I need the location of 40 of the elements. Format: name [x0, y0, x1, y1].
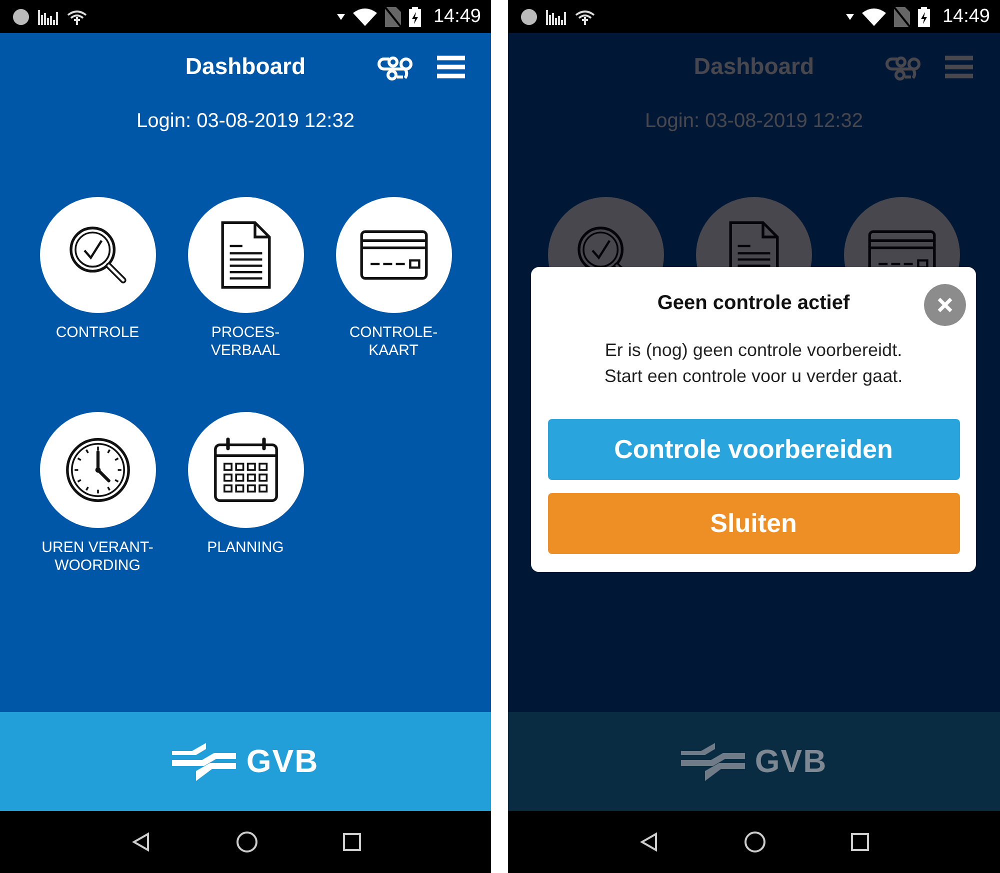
waves-logo-icon	[680, 742, 745, 780]
recents-icon[interactable]	[851, 833, 870, 851]
tile-label[interactable]: PLANNING	[207, 539, 284, 557]
battery-icon	[918, 6, 930, 26]
login-timestamp: Login: 03-08-2019 12:32	[645, 110, 863, 133]
logo-text: GVB	[754, 743, 828, 780]
battery-icon	[409, 6, 422, 26]
home-icon[interactable]	[744, 831, 766, 853]
no-sim-icon	[385, 6, 402, 26]
no-sim-icon	[894, 6, 910, 26]
tile-label[interactable]: CONTROLE- KAART	[349, 324, 438, 360]
wifi-icon	[862, 8, 886, 26]
circle-icon	[12, 8, 30, 26]
dialog-title: Geen controle actief	[657, 292, 850, 315]
close-button[interactable]	[924, 284, 966, 326]
wifi-icon	[66, 8, 88, 24]
status-time: 14:49	[942, 6, 990, 28]
logo-text: GVB	[246, 743, 319, 780]
recents-icon[interactable]	[342, 833, 360, 851]
triangle-icon	[846, 12, 854, 20]
screen-title: Dashboard	[694, 53, 814, 80]
tile-label[interactable]: PROCES- VERBAAL	[210, 324, 280, 360]
wifi-icon	[574, 8, 596, 24]
screen-title: Dashboard	[185, 53, 306, 80]
signal-bars-icon	[546, 8, 566, 26]
signal-bars-icon	[38, 8, 58, 26]
triangle-icon	[337, 12, 346, 20]
waves-logo-icon	[172, 742, 236, 780]
wifi-icon	[353, 8, 378, 26]
login-timestamp: Login: 03-08-2019 12:32	[136, 110, 354, 133]
dialog-message: Er is (nog) geen controle voorbereidt. Start een controle voor u verder gaat.	[604, 339, 903, 388]
tile-label[interactable]: UREN VERANT- WOORDING	[42, 539, 154, 575]
tile-label[interactable]: CONTROLE	[56, 324, 140, 342]
close-icon	[937, 297, 953, 313]
status-time: 14:49	[433, 6, 481, 28]
menu-icon[interactable]	[437, 55, 465, 79]
back-icon[interactable]	[638, 832, 659, 852]
circle-icon	[520, 8, 538, 26]
back-icon[interactable]	[130, 832, 150, 852]
home-icon[interactable]	[236, 831, 258, 853]
